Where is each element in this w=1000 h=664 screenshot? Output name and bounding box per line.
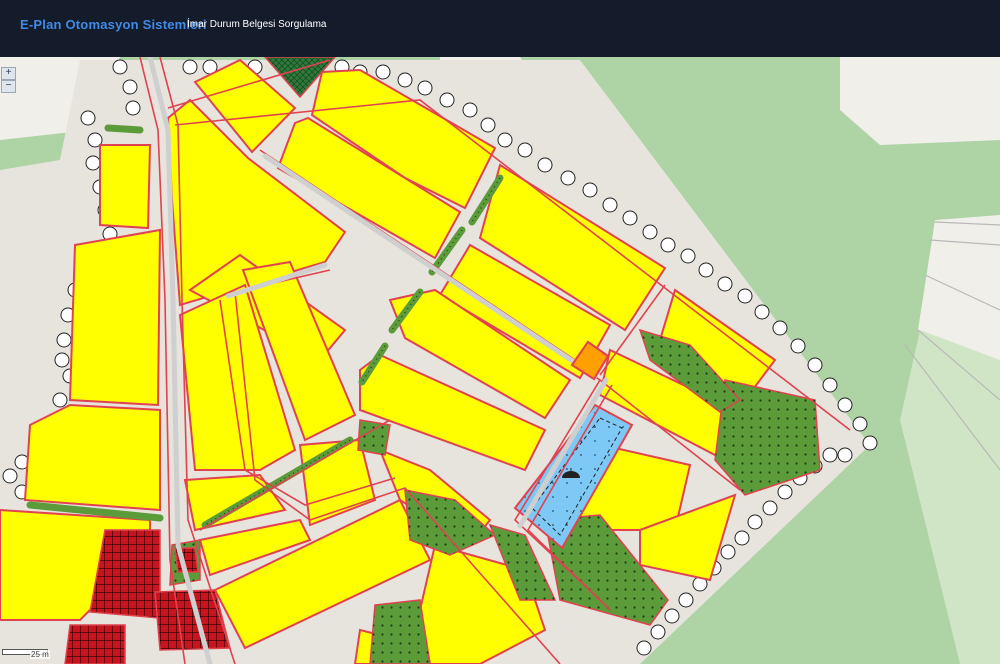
zoom-in-button[interactable]: +	[1, 67, 16, 80]
scale-bar: 25 m	[0, 646, 52, 660]
app-title: E-Plan Otomasyon Sistemleri	[20, 17, 207, 32]
zoning-map[interactable]	[0, 57, 1000, 664]
map-canvas[interactable]	[0, 57, 1000, 664]
zoom-out-icon: −	[5, 80, 12, 91]
scale-label: 25 m	[30, 650, 50, 659]
zoom-in-icon: +	[5, 67, 12, 78]
page-title: İmar Durum Belgesi Sorgulama	[187, 19, 327, 30]
header-bar: E-Plan Otomasyon Sistemleri İmar Durum B…	[0, 0, 1000, 57]
zoom-out-button[interactable]: −	[1, 80, 16, 93]
